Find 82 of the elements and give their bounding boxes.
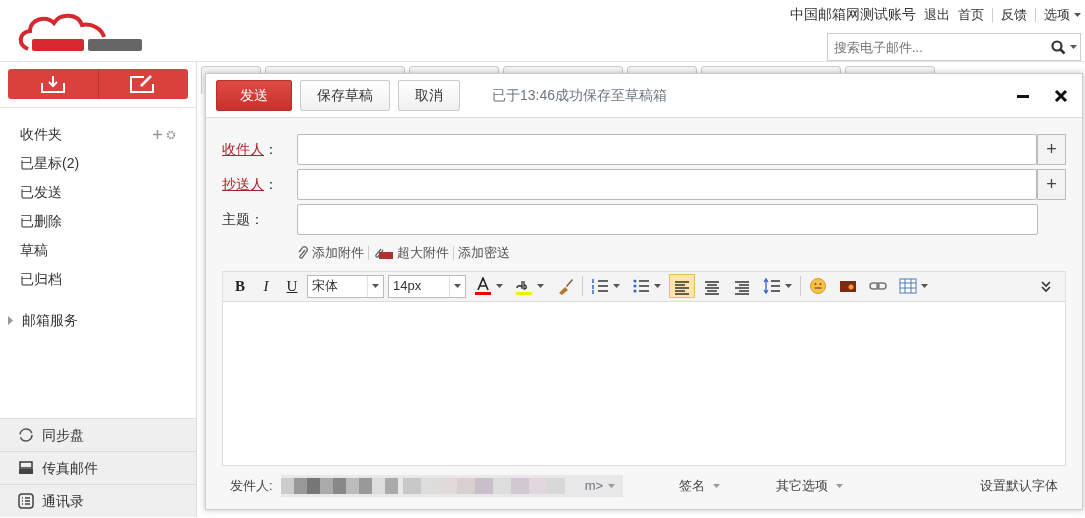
default-font-link[interactable]: 设置默认字体 <box>980 475 1058 496</box>
caret-icon <box>372 284 379 288</box>
font-select[interactable]: 宋体 <box>307 274 384 298</box>
receive-button[interactable] <box>8 69 98 99</box>
emoji-icon[interactable] <box>809 277 827 295</box>
add-button[interactable]: + <box>1037 134 1066 165</box>
sidebar-item[interactable]: 传真邮件 <box>0 451 196 484</box>
pencil-icon <box>130 75 157 93</box>
attachment-link[interactable]: 添加附件 <box>312 243 364 263</box>
options-dropdown[interactable]: 其它选项 <box>775 475 843 496</box>
caret-icon <box>1074 12 1081 17</box>
folder-item[interactable]: 已删除 <box>20 211 62 232</box>
input-field[interactable] <box>297 169 1037 200</box>
header-link[interactable]: 首页 <box>958 4 984 25</box>
account-name: 中国邮箱网测试账号 <box>790 5 916 24</box>
caret-icon <box>607 484 615 489</box>
recipient-link[interactable]: 抄送人 <box>222 174 264 195</box>
sidebar-item[interactable]: 通讯录 <box>0 484 196 517</box>
folder-item[interactable]: 已发送 <box>20 182 62 203</box>
align-right-icon <box>733 278 751 297</box>
header-link[interactable]: 反馈 <box>1001 4 1027 25</box>
expand-icon[interactable] <box>1041 280 1051 293</box>
italic-button[interactable]: I <box>255 274 277 298</box>
colon: ： <box>264 140 278 159</box>
header-link[interactable]: 选项 <box>1044 4 1081 25</box>
search-field[interactable]: 搜索电子邮件... <box>827 33 1081 61</box>
sender-label: 发件人: <box>230 476 273 495</box>
attachment-link[interactable]: 添加密送 <box>458 243 510 263</box>
status-message: 已于13:46成功保存至草稿箱 <box>492 86 668 105</box>
align-left-button[interactable] <box>669 274 695 298</box>
table-icon[interactable] <box>899 277 917 295</box>
sidebar-item[interactable]: 同步盘 <box>0 418 196 451</box>
big-file-icon <box>373 246 393 260</box>
list-icon <box>18 493 34 509</box>
bold-button[interactable]: B <box>229 274 251 298</box>
expand-arrow-icon <box>8 316 14 325</box>
signature-dropdown[interactable]: 签名 <box>678 475 720 496</box>
gear-icon[interactable] <box>166 129 176 140</box>
caret-icon[interactable] <box>921 284 928 288</box>
folder-item[interactable]: 草稿 <box>20 240 48 261</box>
search-icon[interactable] <box>1051 39 1066 55</box>
recipient-link[interactable]: 收件人 <box>222 139 264 160</box>
close-icon[interactable] <box>1054 88 1068 103</box>
bullet-list-icon[interactable] <box>632 277 650 295</box>
add-button[interactable]: + <box>1037 169 1066 200</box>
caret-icon <box>712 483 720 488</box>
line-height-icon[interactable] <box>763 277 781 295</box>
caret-icon[interactable] <box>654 284 661 288</box>
folder-item[interactable]: 收件夹 <box>20 124 62 145</box>
sender-select[interactable]: m> <box>280 474 623 497</box>
printer-icon <box>18 460 34 476</box>
folder-item[interactable]: 已星标(2) <box>20 153 80 174</box>
download-icon <box>40 75 65 93</box>
caret-icon[interactable] <box>496 284 503 288</box>
caret-icon[interactable] <box>613 284 620 288</box>
font-color-icon[interactable] <box>474 277 492 295</box>
caret-icon <box>835 483 843 488</box>
mailbox-services[interactable]: 邮箱服务 <box>0 310 196 331</box>
align-left-icon <box>673 278 691 297</box>
toolbar-button[interactable]: 保存草稿 <box>300 80 390 111</box>
colon: ： <box>264 175 278 194</box>
caret-icon <box>454 284 461 288</box>
field-label: 主题 <box>222 210 250 229</box>
plus-icon[interactable] <box>153 130 162 139</box>
caret-icon[interactable] <box>785 284 792 288</box>
size-select[interactable]: 14px <box>388 274 466 298</box>
paperclip-icon <box>297 246 308 260</box>
numbered-list-icon[interactable] <box>591 277 609 295</box>
toolbar-button[interactable]: 取消 <box>398 80 460 111</box>
header-link[interactable]: 退出 <box>924 4 950 25</box>
compose-button[interactable] <box>98 69 188 99</box>
send-button[interactable]: 发送 <box>216 80 292 111</box>
caret-icon[interactable] <box>537 284 544 288</box>
sync-icon <box>18 427 34 443</box>
attachment-link[interactable]: 超大附件 <box>397 243 449 263</box>
input-field[interactable] <box>297 204 1038 235</box>
input-field[interactable] <box>297 134 1037 165</box>
colon: ： <box>250 210 264 229</box>
folder-item[interactable]: 已归档 <box>20 269 62 290</box>
underline-button[interactable]: U <box>281 274 303 298</box>
caret-icon[interactable] <box>1070 45 1077 49</box>
align-center-icon <box>703 278 721 297</box>
